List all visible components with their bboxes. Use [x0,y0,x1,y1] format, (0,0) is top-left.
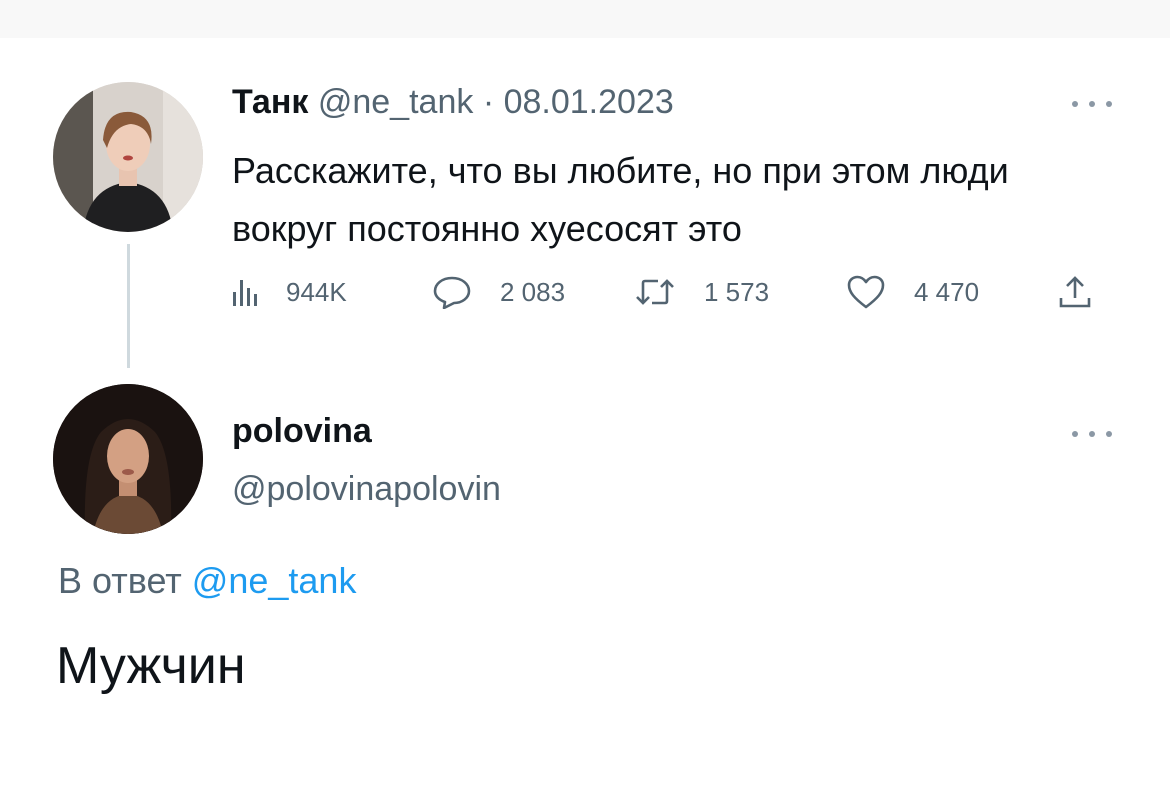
share-icon [1059,276,1091,308]
thread-line [127,244,130,368]
retweet-button[interactable]: 1 573 [634,270,769,314]
author-avatar[interactable] [53,82,203,232]
replying-to-label: В ответ [58,560,182,601]
author-handle[interactable]: @ne_tank [318,83,474,121]
share-button[interactable] [1058,270,1092,314]
reply-text: Мужчин [56,637,246,695]
reply-count: 2 083 [500,276,566,307]
views-button[interactable]: 944K [232,270,347,314]
tweet-date[interactable]: 08.01.2023 [504,83,674,121]
author-name[interactable]: Танк [232,83,308,121]
reply-icon [433,276,471,309]
tweet-actions: 944K 2 083 1 573 4 470 [232,270,1102,314]
tweet-text: Расскажите, что вы любите, но при этом л… [232,150,1009,249]
like-button[interactable]: 4 470 [846,270,979,314]
header-separator: · [482,83,495,121]
reply-author-name[interactable]: polovina [232,412,372,451]
reply-button[interactable]: 2 083 [432,270,565,314]
reply-author-handle[interactable]: @polovinapolovin [232,470,501,509]
like-icon [847,275,885,309]
reply-author-avatar[interactable] [53,384,203,534]
avatar-photo [53,82,203,232]
retweet-count: 1 573 [704,276,770,307]
tweet-header: Танк @ne_tank · 08.01.2023 [232,80,674,124]
avatar-photo [53,384,203,534]
views-count: 944K [286,276,347,307]
more-icon[interactable] [1072,424,1112,444]
like-count: 4 470 [914,276,980,307]
top-strip [0,0,1170,38]
retweet-icon [636,279,674,305]
more-icon[interactable] [1072,94,1112,114]
replying-to: В ответ @ne_tank [58,560,356,602]
views-icon [233,280,257,306]
replying-to-mention[interactable]: @ne_tank [192,560,357,601]
